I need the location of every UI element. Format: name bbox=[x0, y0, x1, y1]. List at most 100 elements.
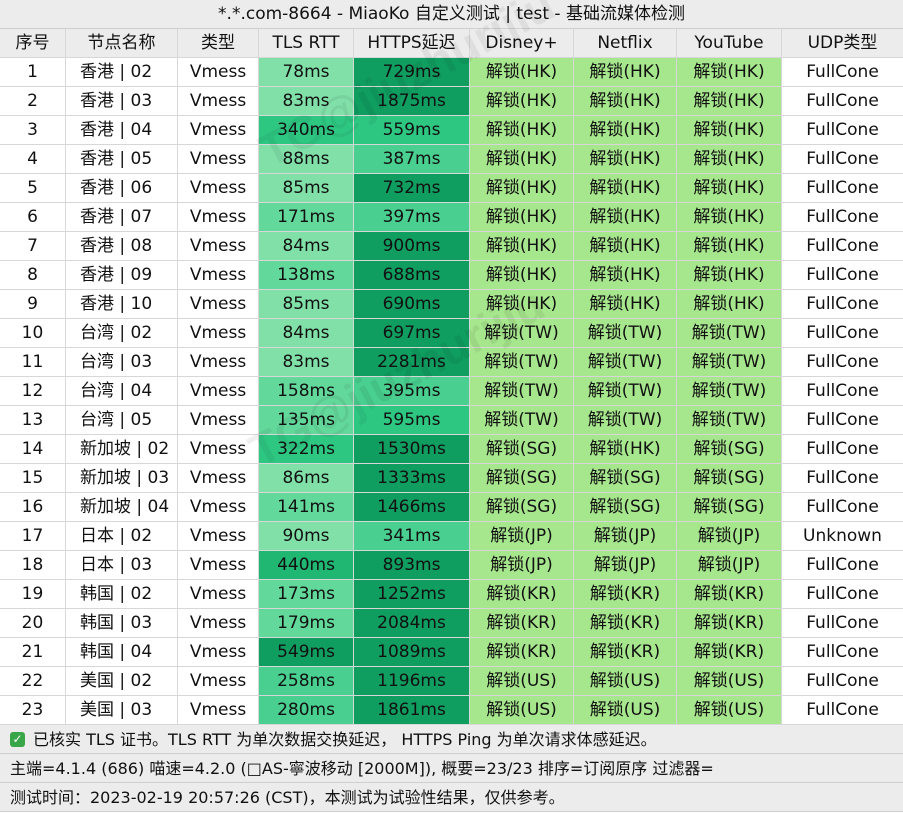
cell-disney-status: 解锁(TW) bbox=[470, 348, 574, 377]
cell-row-index: 4 bbox=[0, 145, 66, 174]
cell-youtube-status: 解锁(TW) bbox=[677, 406, 782, 435]
cell-disney-status: 解锁(HK) bbox=[470, 261, 574, 290]
cell-disney-status: 解锁(HK) bbox=[470, 232, 574, 261]
cell-tls-rtt: 280ms bbox=[259, 696, 354, 725]
cell-https-latency: 1333ms bbox=[354, 464, 470, 493]
cell-https-latency: 1875ms bbox=[354, 87, 470, 116]
header-node-name: 节点名称 bbox=[66, 29, 178, 58]
cell-netflix-status: 解锁(HK) bbox=[574, 261, 677, 290]
cell-row-index: 23 bbox=[0, 696, 66, 725]
cell-row-index: 12 bbox=[0, 377, 66, 406]
cell-https-latency: 1466ms bbox=[354, 493, 470, 522]
cell-node-name: 台湾 | 05 bbox=[66, 406, 178, 435]
cell-node-name: 新加坡 | 03 bbox=[66, 464, 178, 493]
cell-node-name: 韩国 | 03 bbox=[66, 609, 178, 638]
cell-youtube-status: 解锁(KR) bbox=[677, 609, 782, 638]
cell-https-latency: 697ms bbox=[354, 319, 470, 348]
cell-tls-rtt: 440ms bbox=[259, 551, 354, 580]
cell-row-index: 9 bbox=[0, 290, 66, 319]
cell-youtube-status: 解锁(KR) bbox=[677, 580, 782, 609]
cell-row-index: 10 bbox=[0, 319, 66, 348]
cell-row-index: 14 bbox=[0, 435, 66, 464]
cell-row-index: 8 bbox=[0, 261, 66, 290]
footer-line-1: 已核实 TLS 证书。TLS RTT 为单次数据交换延迟， HTTPS Ping… bbox=[33, 730, 657, 749]
title-bar: *.*.com-8664 - MiaoKo 自定义测试 | test - 基础流… bbox=[0, 0, 903, 29]
cell-youtube-status: 解锁(HK) bbox=[677, 174, 782, 203]
cell-tls-rtt: 86ms bbox=[259, 464, 354, 493]
cell-netflix-status: 解锁(US) bbox=[574, 696, 677, 725]
cell-row-index: 1 bbox=[0, 58, 66, 87]
cell-youtube-status: 解锁(HK) bbox=[677, 116, 782, 145]
cell-protocol-type: Vmess bbox=[178, 609, 259, 638]
cell-row-index: 2 bbox=[0, 87, 66, 116]
cell-protocol-type: Vmess bbox=[178, 87, 259, 116]
cell-netflix-status: 解锁(SG) bbox=[574, 493, 677, 522]
cell-node-name: 韩国 | 04 bbox=[66, 638, 178, 667]
cell-udp-type: FullCone bbox=[782, 609, 903, 638]
cell-https-latency: 1196ms bbox=[354, 667, 470, 696]
cell-node-name: 香港 | 05 bbox=[66, 145, 178, 174]
footer-tls-note: ✓ 已核实 TLS 证书。TLS RTT 为单次数据交换延迟， HTTPS Pin… bbox=[0, 725, 903, 754]
cell-row-index: 22 bbox=[0, 667, 66, 696]
cell-udp-type: FullCone bbox=[782, 203, 903, 232]
cell-udp-type: FullCone bbox=[782, 319, 903, 348]
cell-udp-type: FullCone bbox=[782, 696, 903, 725]
cell-node-name: 香港 | 04 bbox=[66, 116, 178, 145]
cell-https-latency: 732ms bbox=[354, 174, 470, 203]
cell-row-index: 15 bbox=[0, 464, 66, 493]
cell-netflix-status: 解锁(JP) bbox=[574, 551, 677, 580]
cell-row-index: 7 bbox=[0, 232, 66, 261]
cell-netflix-status: 解锁(HK) bbox=[574, 435, 677, 464]
cell-tls-rtt: 83ms bbox=[259, 348, 354, 377]
cell-node-name: 美国 | 02 bbox=[66, 667, 178, 696]
cell-node-name: 美国 | 03 bbox=[66, 696, 178, 725]
cell-protocol-type: Vmess bbox=[178, 58, 259, 87]
cell-node-name: 香港 | 02 bbox=[66, 58, 178, 87]
cell-https-latency: 559ms bbox=[354, 116, 470, 145]
header-disney: Disney+ bbox=[470, 29, 574, 58]
cell-youtube-status: 解锁(TW) bbox=[677, 377, 782, 406]
cell-node-name: 香港 | 10 bbox=[66, 290, 178, 319]
cell-udp-type: FullCone bbox=[782, 667, 903, 696]
cell-disney-status: 解锁(KR) bbox=[470, 638, 574, 667]
cell-disney-status: 解锁(JP) bbox=[470, 551, 574, 580]
cell-disney-status: 解锁(TW) bbox=[470, 319, 574, 348]
cell-youtube-status: 解锁(HK) bbox=[677, 145, 782, 174]
cell-row-index: 18 bbox=[0, 551, 66, 580]
cell-row-index: 6 bbox=[0, 203, 66, 232]
cell-row-index: 17 bbox=[0, 522, 66, 551]
cell-protocol-type: Vmess bbox=[178, 174, 259, 203]
cell-youtube-status: 解锁(SG) bbox=[677, 493, 782, 522]
cell-protocol-type: Vmess bbox=[178, 435, 259, 464]
cell-disney-status: 解锁(KR) bbox=[470, 580, 574, 609]
cell-youtube-status: 解锁(HK) bbox=[677, 261, 782, 290]
cell-disney-status: 解锁(HK) bbox=[470, 116, 574, 145]
cell-youtube-status: 解锁(HK) bbox=[677, 203, 782, 232]
cell-youtube-status: 解锁(US) bbox=[677, 667, 782, 696]
cell-https-latency: 2084ms bbox=[354, 609, 470, 638]
cell-node-name: 香港 | 09 bbox=[66, 261, 178, 290]
cell-tls-rtt: 84ms bbox=[259, 319, 354, 348]
cell-https-latency: 397ms bbox=[354, 203, 470, 232]
cell-netflix-status: 解锁(SG) bbox=[574, 464, 677, 493]
cell-https-latency: 893ms bbox=[354, 551, 470, 580]
cell-tls-rtt: 322ms bbox=[259, 435, 354, 464]
header-type: 类型 bbox=[178, 29, 259, 58]
cell-disney-status: 解锁(JP) bbox=[470, 522, 574, 551]
cell-node-name: 香港 | 06 bbox=[66, 174, 178, 203]
cell-udp-type: FullCone bbox=[782, 464, 903, 493]
cell-row-index: 13 bbox=[0, 406, 66, 435]
cell-tls-rtt: 85ms bbox=[259, 174, 354, 203]
cell-udp-type: FullCone bbox=[782, 377, 903, 406]
cell-protocol-type: Vmess bbox=[178, 464, 259, 493]
cell-protocol-type: Vmess bbox=[178, 145, 259, 174]
cell-youtube-status: 解锁(HK) bbox=[677, 87, 782, 116]
cell-node-name: 新加坡 | 02 bbox=[66, 435, 178, 464]
header-youtube: YouTube bbox=[677, 29, 782, 58]
header-netflix: Netflix bbox=[574, 29, 677, 58]
cell-row-index: 19 bbox=[0, 580, 66, 609]
cell-udp-type: FullCone bbox=[782, 261, 903, 290]
cell-protocol-type: Vmess bbox=[178, 667, 259, 696]
cell-youtube-status: 解锁(US) bbox=[677, 696, 782, 725]
cell-node-name: 日本 | 03 bbox=[66, 551, 178, 580]
